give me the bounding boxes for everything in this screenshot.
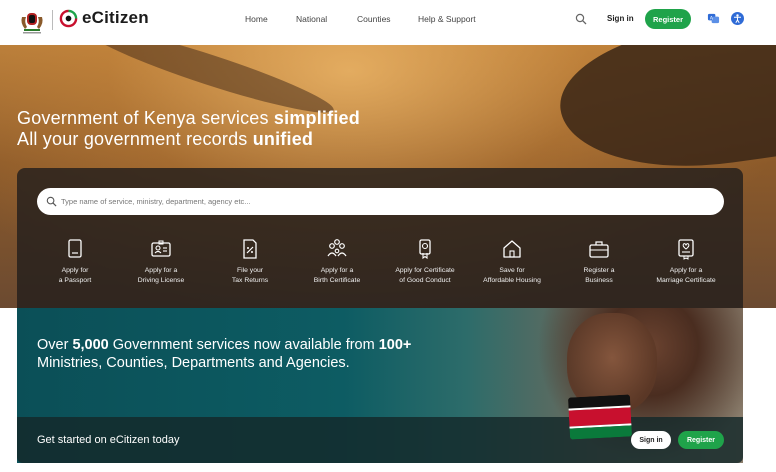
register-button[interactable]: Register — [645, 9, 691, 29]
kenya-flag-card — [567, 394, 633, 440]
hero-headline-line1: Government of Kenya services simplified — [17, 108, 360, 128]
search-icon[interactable] — [575, 13, 587, 25]
promo-cta-text: Get started on eCitizen today — [37, 434, 180, 446]
coat-of-arms-logo — [21, 13, 43, 34]
service-search-input[interactable] — [61, 192, 701, 211]
service-search-box[interactable] — [37, 188, 724, 215]
nav-help-support[interactable]: Help & Support — [418, 14, 476, 24]
service-marriage-certificate[interactable]: Apply for a Marriage Certificate — [641, 238, 731, 286]
certificate-badge-icon — [419, 239, 431, 260]
nav-home[interactable]: Home — [245, 14, 268, 24]
accessibility-icon[interactable] — [731, 12, 744, 25]
house-icon — [503, 240, 521, 258]
service-driving-license[interactable]: Apply for a Driving License — [116, 238, 206, 286]
marriage-certificate-icon — [678, 239, 694, 260]
family-icon — [327, 239, 347, 257]
quick-services: Apply for a Passport Apply for a Driving… — [30, 238, 730, 298]
logo-divider — [52, 10, 53, 30]
language-icon[interactable]: A — [707, 12, 720, 25]
brand-name[interactable]: eCitizen — [82, 8, 149, 28]
service-register-business[interactable]: Register a Business — [554, 238, 644, 286]
service-birth-certificate[interactable]: Apply for a Birth Certificate — [292, 238, 382, 286]
promo-headline: Over 5,000 Government services now avail… — [37, 337, 412, 371]
passport-icon — [68, 239, 82, 258]
service-passport[interactable]: Apply for a Passport — [30, 238, 120, 286]
ecitizen-logo-icon — [59, 9, 78, 28]
service-affordable-housing[interactable]: Save for Affordable Housing — [467, 238, 557, 286]
search-icon — [46, 196, 57, 207]
promo-register-button[interactable]: Register — [678, 431, 724, 449]
id-card-icon — [151, 240, 171, 257]
service-tax-returns[interactable]: File your Tax Returns — [205, 238, 295, 286]
service-good-conduct[interactable]: Apply for Certificate of Good Conduct — [380, 238, 470, 286]
nav-counties[interactable]: Counties — [357, 14, 391, 24]
briefcase-icon — [589, 241, 609, 258]
top-header: eCitizen Home National Counties Help & S… — [0, 0, 776, 45]
sign-in-link[interactable]: Sign in — [607, 14, 634, 23]
promo-sign-in-button[interactable]: Sign in — [631, 431, 671, 449]
tax-document-icon — [243, 239, 257, 259]
nav-national[interactable]: National — [296, 14, 327, 24]
hero-headline-line2: All your government records unified — [17, 129, 314, 149]
